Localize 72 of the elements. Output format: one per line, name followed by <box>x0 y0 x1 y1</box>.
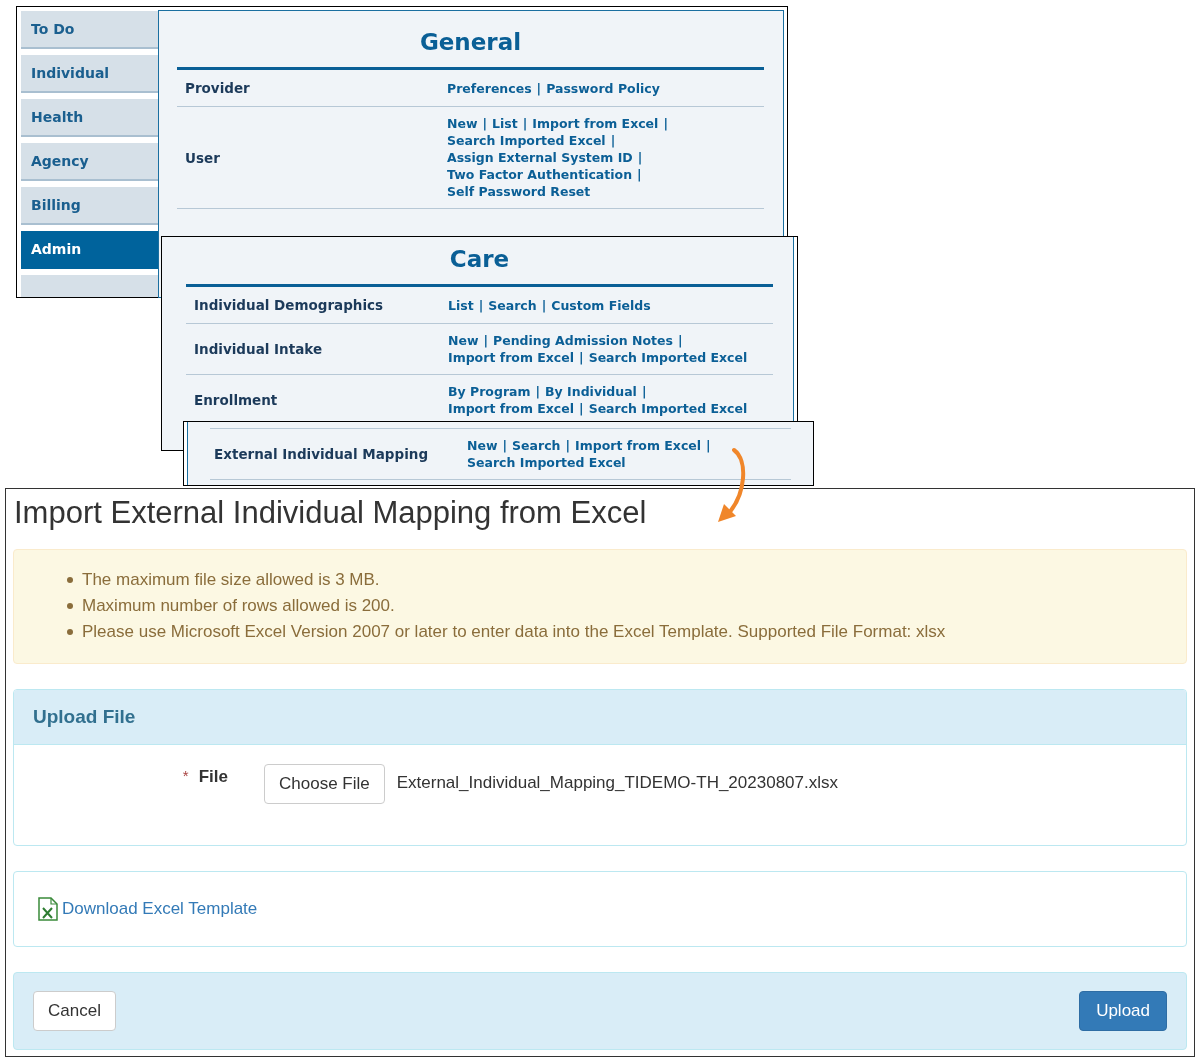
menu-link[interactable]: Import from Excel <box>448 349 575 366</box>
menu-link[interactable]: Search Imported Excel <box>588 349 748 366</box>
row-label: Individual Intake <box>193 341 324 357</box>
menu-link[interactable]: Import from Excel <box>532 115 659 132</box>
row-label: Individual Demographics <box>193 297 385 313</box>
nav-tab[interactable]: Health <box>21 99 158 137</box>
separator: | <box>637 149 643 166</box>
separator: | <box>663 115 668 132</box>
nav-tab[interactable]: Billing <box>21 187 158 225</box>
download-link[interactable]: Download Excel Template <box>62 899 258 919</box>
menu-link[interactable]: Import from Excel <box>448 400 575 417</box>
upload-button[interactable]: Upload <box>1079 991 1167 1031</box>
menu-link[interactable]: Self Password Reset <box>447 183 591 200</box>
separator: | <box>522 115 528 132</box>
row-label: Enrollment <box>193 392 279 408</box>
file-name: External_Individual_Mapping_TIDEMO-TH_20230807.xlsx <box>396 772 838 793</box>
row-label: External Individual Mapping <box>213 446 430 462</box>
bullet-icon <box>67 603 73 609</box>
notice-text: Maximum number of rows allowed is 200. <box>82 595 395 617</box>
menu-link[interactable]: By Program <box>448 383 531 400</box>
separator: | <box>637 166 642 183</box>
bullet-icon <box>67 629 73 635</box>
panel-title: Care <box>448 245 511 274</box>
menu-link[interactable]: Search <box>488 296 537 314</box>
menu-link[interactable]: Preferences <box>447 79 532 97</box>
separator: | <box>641 383 647 400</box>
menu-link[interactable]: Search Imported Excel <box>467 454 626 471</box>
menu-link[interactable]: Assign External System ID <box>447 149 633 166</box>
page-title: Import External Individual Mapping from Excel <box>13 494 648 532</box>
separator: | <box>536 79 542 97</box>
bullet-icon <box>67 577 73 583</box>
separator: | <box>677 332 683 349</box>
menu-link[interactable]: Two Factor Authentication <box>447 166 633 183</box>
menu-link[interactable]: New <box>467 437 498 454</box>
separator: | <box>541 296 547 314</box>
required-mark: * <box>182 767 189 786</box>
row-label: Provider <box>184 80 251 96</box>
menu-link[interactable]: New <box>447 115 478 132</box>
menu-link[interactable]: Search <box>512 437 561 454</box>
row-label: User <box>184 149 221 166</box>
cancel-button[interactable]: Cancel <box>33 991 116 1031</box>
nav-tab[interactable]: Agency <box>21 143 158 181</box>
nav-tab[interactable]: Admin <box>21 231 158 269</box>
separator: | <box>706 437 711 454</box>
menu-link[interactable]: Password Policy <box>546 79 660 97</box>
menu-link[interactable]: By Individual <box>545 383 637 400</box>
separator: | <box>502 437 508 454</box>
menu-link[interactable]: Search Imported Excel <box>447 132 606 149</box>
separator: | <box>579 400 584 417</box>
choose-file-button[interactable]: Choose File <box>264 764 385 804</box>
menu-link[interactable]: List <box>448 296 474 314</box>
menu-link[interactable]: Search Imported Excel <box>588 400 748 417</box>
menu-link[interactable]: Pending Admission Notes <box>493 332 673 349</box>
separator: | <box>610 132 616 149</box>
separator: | <box>478 296 484 314</box>
menu-link[interactable]: Import from Excel <box>575 437 702 454</box>
field-label: File <box>198 767 228 787</box>
menu-link[interactable]: List <box>492 115 518 132</box>
nav-tab[interactable]: Individual <box>21 55 158 93</box>
menu-link[interactable]: New <box>448 332 479 349</box>
menu-link[interactable]: Custom Fields <box>551 296 651 314</box>
separator: | <box>535 383 541 400</box>
separator: | <box>482 115 488 132</box>
separator: | <box>483 332 489 349</box>
panel-header: Upload File <box>14 690 1186 745</box>
notice-text: Please use Microsoft Excel Version 2007 or later to enter data into the Excel Template. Supported File Format: xlsx <box>82 621 946 643</box>
notice-text: The maximum file size allowed is 3 MB. <box>82 569 380 591</box>
separator: | <box>579 349 584 366</box>
nav-tab[interactable]: To Do <box>21 11 158 49</box>
panel-title: General <box>418 28 523 57</box>
separator: | <box>565 437 571 454</box>
excel-file-icon <box>38 897 58 921</box>
